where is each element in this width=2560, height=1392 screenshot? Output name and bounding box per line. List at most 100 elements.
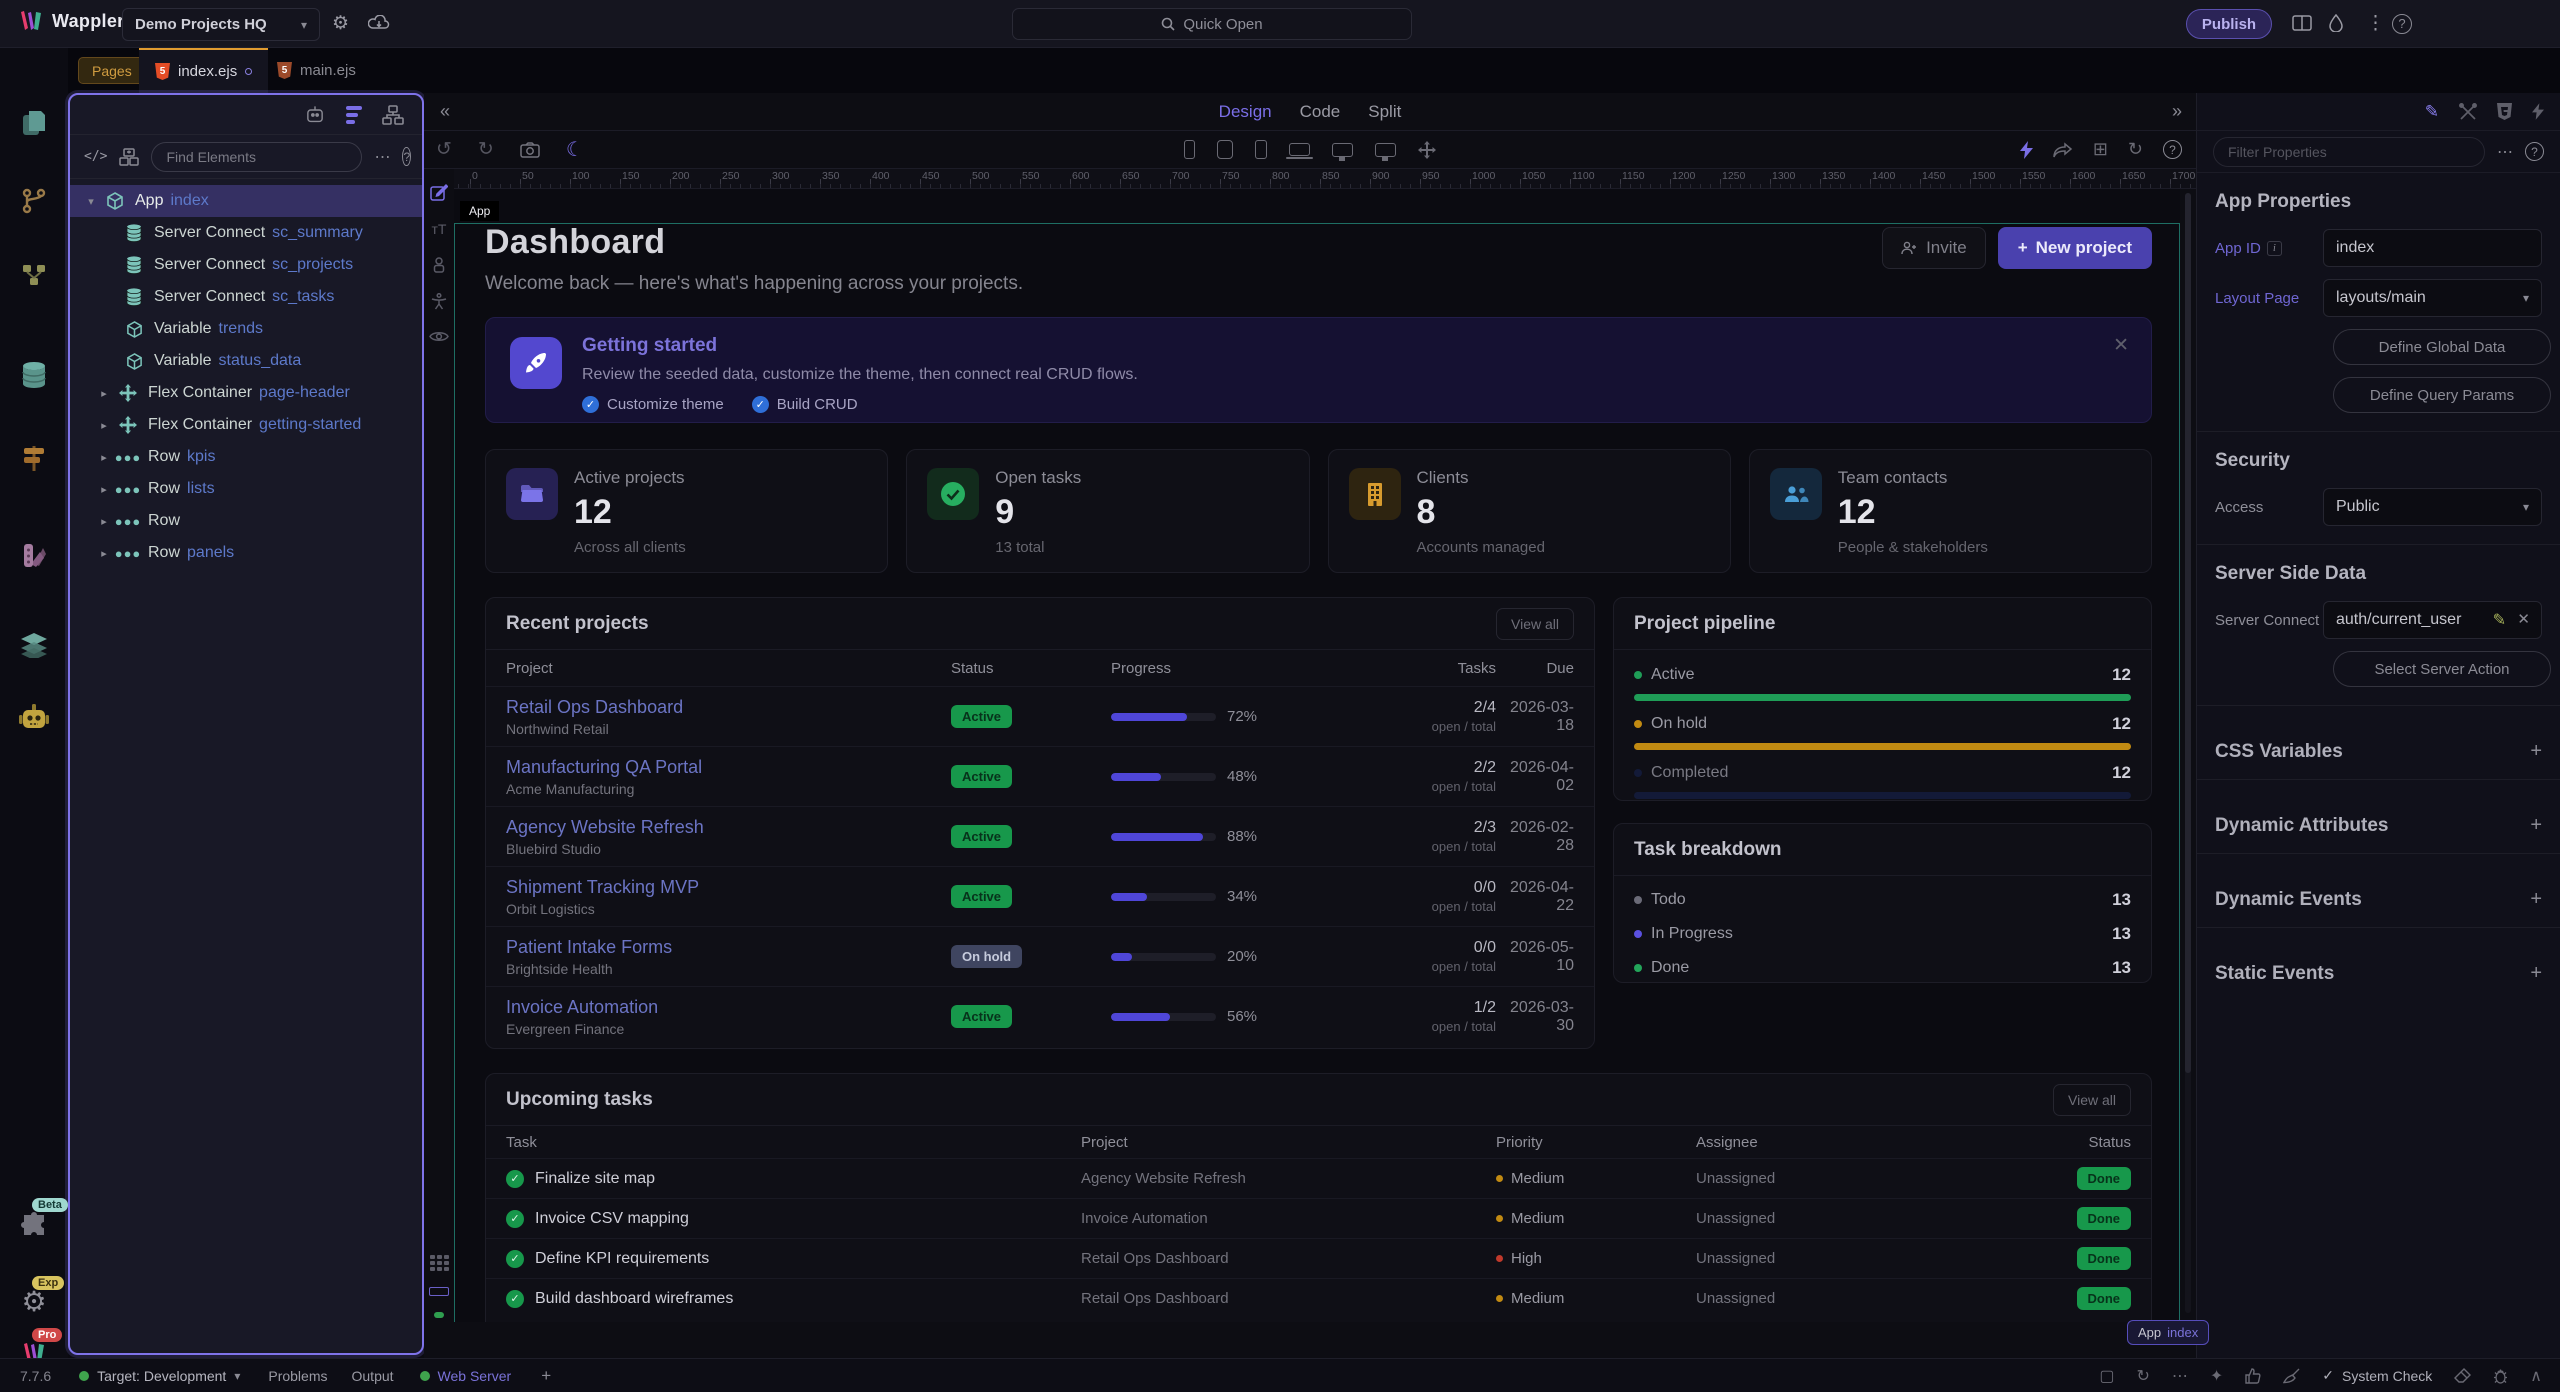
view-all-button[interactable]: View all <box>2053 1084 2131 1116</box>
layout-columns-icon[interactable] <box>2292 15 2312 31</box>
section-dynamic-events[interactable]: Dynamic Events+ <box>2215 872 2542 927</box>
css-shield-icon[interactable] <box>2497 103 2512 120</box>
dark-mode-moon-icon[interactable]: ☾ <box>566 137 584 162</box>
tree-item-flex-container[interactable]: ▸ Flex Container page-header <box>70 377 422 409</box>
help-icon[interactable]: ? <box>402 147 411 166</box>
monitor-icon[interactable] <box>1375 143 1396 157</box>
bolt-icon[interactable] <box>2532 103 2544 120</box>
extensions-puzzle-icon[interactable] <box>19 1208 49 1238</box>
grid-toggle-icon[interactable] <box>430 1255 449 1271</box>
section-static-events[interactable]: Static Events+ <box>2215 946 2542 1001</box>
element-anchor-icon[interactable] <box>433 257 445 273</box>
select-server-action-button[interactable]: Select Server Action <box>2333 651 2551 687</box>
code-icon[interactable]: </> <box>84 149 107 164</box>
chevron-right-icon[interactable]: ▸ <box>97 387 111 400</box>
tree-item-row[interactable]: ▸ ●●● Row panels <box>70 537 422 569</box>
project-link[interactable]: Invoice Automation <box>506 997 951 1018</box>
plus-icon[interactable]: + <box>2530 814 2542 837</box>
undo-icon[interactable]: ↺ <box>436 138 452 161</box>
pages-panel-icon[interactable] <box>19 108 49 138</box>
project-link[interactable]: Patient Intake Forms <box>506 937 951 958</box>
help-icon[interactable]: ? <box>2525 142 2544 161</box>
filter-properties-input[interactable] <box>2213 137 2485 167</box>
project-link[interactable]: Agency Website Refresh <box>506 817 951 838</box>
experimental-gear-icon[interactable]: ⚙ <box>19 1286 49 1316</box>
define-global-data-button[interactable]: Define Global Data <box>2333 329 2551 365</box>
chevron-up-icon[interactable]: ∧ <box>2530 1366 2542 1386</box>
tree-view-icon[interactable] <box>382 105 404 125</box>
find-elements-input[interactable] <box>151 142 362 172</box>
new-project-button[interactable]: + New project <box>1998 227 2152 269</box>
chevron-right-icon[interactable]: ▸ <box>97 515 111 528</box>
routes-signpost-icon[interactable] <box>19 443 49 473</box>
selected-element-breadcrumb[interactable]: App index <box>2127 1320 2209 1345</box>
chevron-right-icon[interactable]: ▸ <box>97 483 111 496</box>
refresh-icon[interactable]: ↻ <box>2136 1366 2149 1386</box>
tree-item-server-connect[interactable]: Server Connect sc_projects <box>70 249 422 281</box>
settings-gear-icon[interactable]: ⚙ <box>332 13 349 35</box>
project-link[interactable]: Shipment Tracking MVP <box>506 877 951 898</box>
tab-code[interactable]: Code <box>1300 102 1341 122</box>
tree-item-server-connect[interactable]: Server Connect sc_summary <box>70 217 422 249</box>
access-select[interactable]: Public▾ <box>2323 488 2542 526</box>
help-icon[interactable]: ? <box>2163 140 2182 159</box>
add-panel-icon[interactable]: + <box>541 1366 551 1386</box>
target-selector[interactable]: Target: Development ▾ <box>79 1368 240 1384</box>
tab-split[interactable]: Split <box>1368 102 1401 122</box>
problems-button[interactable]: Problems <box>268 1368 327 1384</box>
desktop-icon[interactable] <box>1332 143 1353 157</box>
plus-icon[interactable]: + <box>2530 888 2542 911</box>
output-button[interactable]: Output <box>352 1368 394 1384</box>
section-dynamic-attributes[interactable]: Dynamic Attributes+ <box>2215 798 2542 853</box>
broom-icon[interactable] <box>2283 1368 2300 1384</box>
ruler-toggle-icon[interactable] <box>429 1287 449 1296</box>
close-icon[interactable]: ✕ <box>2113 334 2129 357</box>
more-options-icon[interactable]: ⋯ <box>2172 1366 2188 1386</box>
eye-icon[interactable] <box>429 330 449 343</box>
page-canvas[interactable]: App Dashboard Welcome back — here's what… <box>454 189 2180 1322</box>
tree-item-flex-container[interactable]: ▸ Flex Container getting-started <box>70 409 422 441</box>
window-icon[interactable]: ▢ <box>2099 1366 2114 1386</box>
cloud-download-icon[interactable] <box>368 15 390 31</box>
tree-item-row[interactable]: ▸ ●●● Row kpis <box>70 441 422 473</box>
collapse-left-icon[interactable]: « <box>440 101 450 122</box>
ai-robot-icon[interactable] <box>19 703 49 733</box>
plus-icon[interactable]: + <box>2530 962 2542 985</box>
eraser-icon[interactable] <box>2454 1368 2471 1383</box>
chevron-down-icon[interactable]: ▾ <box>84 195 98 208</box>
bug-icon[interactable] <box>2493 1368 2508 1384</box>
tab-main-ejs[interactable]: 5 main.ejs <box>261 48 372 93</box>
project-link[interactable]: Retail Ops Dashboard <box>506 697 951 718</box>
tree-item-variable[interactable]: Variable trends <box>70 313 422 345</box>
collapse-right-icon[interactable]: » <box>2172 101 2182 122</box>
quick-open-search[interactable]: Quick Open <box>1012 8 1412 40</box>
tree-item-app[interactable]: ▾ App index <box>70 185 422 217</box>
view-all-button[interactable]: View all <box>1496 608 1574 640</box>
tab-design[interactable]: Design <box>1219 102 1272 122</box>
phone-icon[interactable] <box>1255 140 1267 159</box>
canvas-scrollbar[interactable] <box>2185 193 2191 1313</box>
tree-item-row[interactable]: ▸ ●●● Row <box>70 505 422 537</box>
layers-icon[interactable] <box>19 630 49 660</box>
list-view-icon[interactable] <box>346 106 362 124</box>
redo-icon[interactable]: ↻ <box>478 138 494 161</box>
tools-icon[interactable] <box>2459 103 2477 121</box>
dynamic-data-bolt-icon[interactable] <box>2020 141 2033 159</box>
tab-index-ejs[interactable]: 5 index.ejs <box>139 48 268 93</box>
plus-icon[interactable]: + <box>2530 740 2542 763</box>
qr-code-icon[interactable]: ⊞ <box>2093 139 2108 160</box>
components-icon[interactable] <box>119 148 139 166</box>
sparkles-icon[interactable]: ✦ <box>2210 1366 2223 1386</box>
refresh-icon[interactable]: ↻ <box>2128 139 2143 160</box>
system-check-button[interactable]: ✓System Check <box>2322 1367 2432 1384</box>
clear-icon[interactable]: ✕ <box>2517 610 2530 628</box>
server-connect-input[interactable] <box>2323 601 2542 639</box>
git-branch-icon[interactable] <box>19 186 49 216</box>
kebab-menu-icon[interactable]: ⋮ <box>2366 13 2385 35</box>
move-tool-icon[interactable] <box>1418 141 1436 159</box>
properties-edit-icon[interactable]: ✎ <box>2425 102 2439 122</box>
more-options-icon[interactable]: ⋯ <box>374 147 390 167</box>
project-link[interactable]: Manufacturing QA Portal <box>506 757 951 778</box>
section-css-variables[interactable]: CSS Variables+ <box>2215 724 2542 779</box>
thumbs-up-icon[interactable] <box>2245 1368 2261 1384</box>
